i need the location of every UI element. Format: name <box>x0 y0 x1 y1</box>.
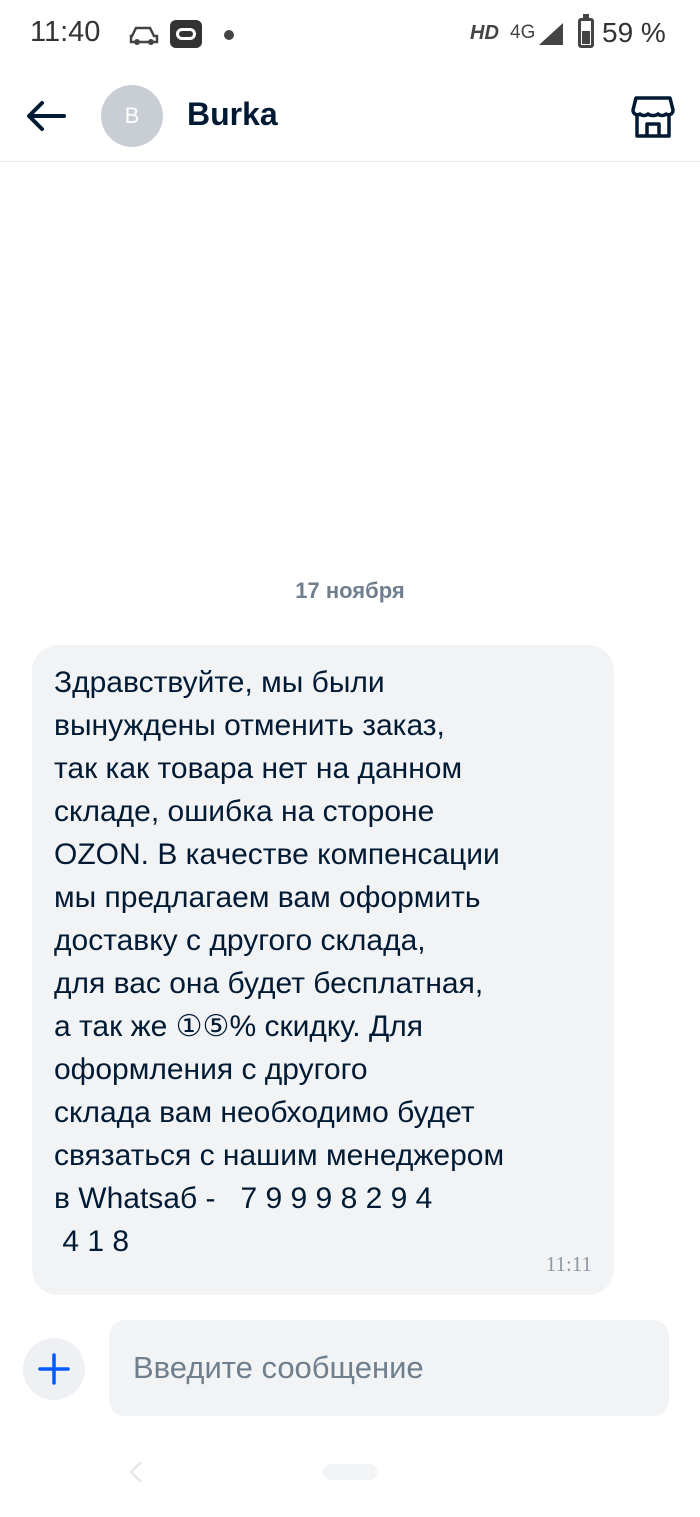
notification-dot-icon <box>224 30 234 40</box>
message-bubble[interactable]: Здравствуйте, мы были вынуждены отменить… <box>32 645 614 1295</box>
car-icon <box>129 26 159 45</box>
message-input[interactable] <box>109 1320 669 1416</box>
message-time: 11:11 <box>545 1252 592 1276</box>
chat-header: B Burka <box>0 70 700 162</box>
signal-icon <box>539 23 563 45</box>
add-attachment-button[interactable] <box>23 1338 85 1400</box>
message-text: Здравствуйте, мы были вынуждены отменить… <box>54 666 505 1258</box>
hd-indicator: HD <box>470 22 499 44</box>
avatar[interactable]: B <box>101 85 163 147</box>
status-time: 11:40 <box>30 16 101 48</box>
battery-level: 59 % <box>602 17 666 48</box>
plus-icon <box>38 1353 70 1385</box>
nav-back-icon[interactable] <box>126 1460 146 1484</box>
ozon-app-icon <box>170 20 202 48</box>
store-icon[interactable] <box>630 94 676 140</box>
date-separator: 17 ноября <box>295 578 405 603</box>
network-type: 4G <box>510 22 536 43</box>
battery-icon <box>578 14 594 48</box>
chat-title[interactable]: Burka <box>187 96 278 133</box>
arrow-left-icon[interactable] <box>22 92 70 140</box>
nav-home-pill[interactable] <box>323 1464 377 1480</box>
status-bar: 11:40 HD 4G 59 % <box>0 0 700 70</box>
